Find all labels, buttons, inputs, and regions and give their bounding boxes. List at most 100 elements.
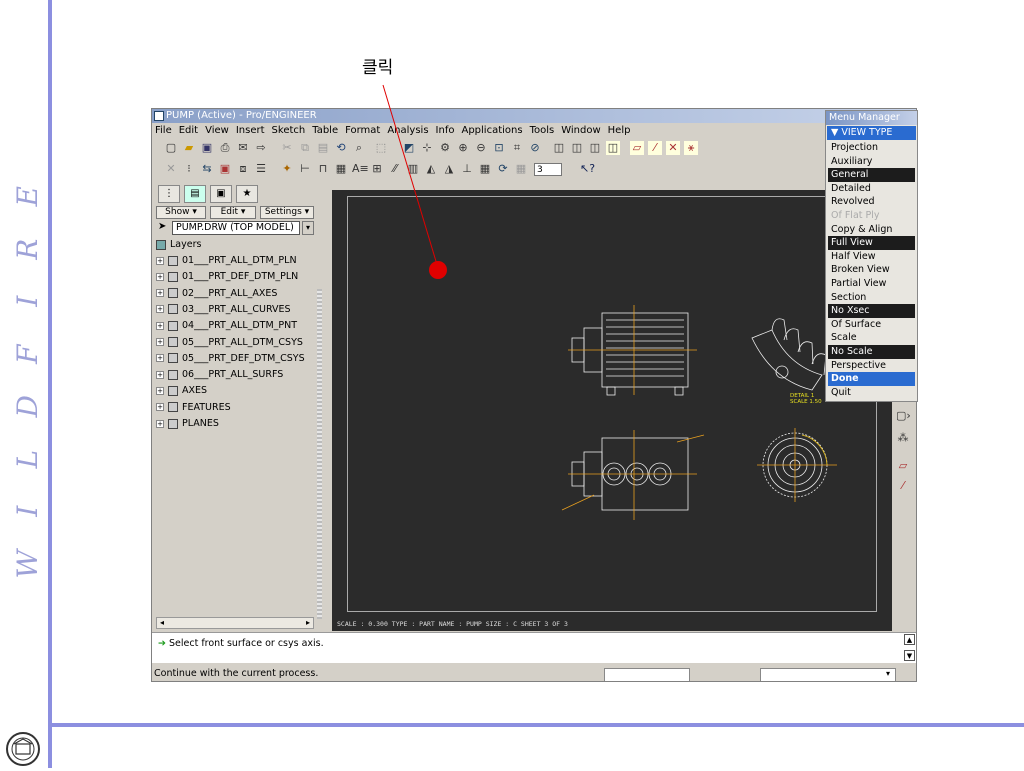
menu-item-copy-align[interactable]: Copy & Align xyxy=(828,223,915,237)
dimension-icon[interactable]: ⊢ xyxy=(298,162,312,176)
chevron-down-icon[interactable]: ▾ xyxy=(302,221,314,235)
toolbar-icon-p[interactable]: ▦ xyxy=(514,162,528,176)
menu-item-no-xsec[interactable]: No Xsec xyxy=(828,304,915,318)
message-scroll-up-icon[interactable]: ▲ xyxy=(904,634,915,645)
menu-tools[interactable]: Tools xyxy=(530,125,555,136)
table-icon[interactable]: ▥ xyxy=(406,162,420,176)
menu-info[interactable]: Info xyxy=(436,125,455,136)
show-menu-button[interactable]: Show ▾ xyxy=(156,206,206,219)
expand-icon[interactable]: + xyxy=(156,321,164,330)
reorient-icon[interactable]: ⌗ xyxy=(510,141,524,155)
toolbar-icon-n[interactable]: ▦ xyxy=(478,162,492,176)
shading-icon[interactable]: ◫ xyxy=(606,141,620,155)
expand-icon[interactable]: + xyxy=(156,386,164,395)
sheet-number-spinbox[interactable]: 3 xyxy=(534,163,562,176)
menu-item-of-surface[interactable]: Of Surface xyxy=(828,318,915,332)
expand-icon[interactable]: + xyxy=(156,272,164,281)
menu-item-half-view[interactable]: Half View xyxy=(828,250,915,264)
toolbar-icon-l[interactable]: ◮ xyxy=(442,162,456,176)
copy-icon[interactable]: ⧉ xyxy=(298,141,312,155)
toolbar-icon-a[interactable]: ⁝ xyxy=(182,162,196,176)
menu-item-broken-view[interactable]: Broken View xyxy=(828,263,915,277)
tree-root[interactable]: Layers xyxy=(156,237,201,253)
hidden-line-icon[interactable]: ◫ xyxy=(570,141,584,155)
toolbar-icon-e[interactable]: ☰ xyxy=(254,162,268,176)
toolbar-icon-i[interactable]: ⊞ xyxy=(370,162,384,176)
menu-edit[interactable]: Edit xyxy=(179,125,198,136)
paste-icon[interactable]: ▤ xyxy=(316,141,330,155)
menu-window[interactable]: Window xyxy=(561,125,600,136)
email-icon[interactable]: ✉ xyxy=(236,141,250,155)
tab-favorites[interactable]: ★ xyxy=(236,185,258,203)
tree-item[interactable]: +01___PRT_ALL_DTM_PLN xyxy=(156,253,297,269)
selection-filter-dropdown[interactable] xyxy=(760,668,896,681)
toolbar-icon-c[interactable]: ▣ xyxy=(218,162,232,176)
tab-layer-tree[interactable]: ▤ xyxy=(184,185,206,203)
menu-table[interactable]: Table xyxy=(312,125,338,136)
menu-item-auxiliary[interactable]: Auxiliary xyxy=(828,155,915,169)
menu-item-partial-view[interactable]: Partial View xyxy=(828,277,915,291)
menu-item-done[interactable]: Done xyxy=(828,372,915,386)
expand-icon[interactable]: + xyxy=(156,256,164,265)
menu-item-projection[interactable]: Projection xyxy=(828,141,915,155)
expand-icon[interactable]: + xyxy=(156,289,164,298)
menu-insert[interactable]: Insert xyxy=(236,125,265,136)
zoom-out-icon[interactable]: ⊖ xyxy=(474,141,488,155)
context-help-icon[interactable]: ↖? xyxy=(580,162,595,176)
tree-item[interactable]: +05___PRT_ALL_DTM_CSYS xyxy=(156,335,303,351)
model-dropdown[interactable]: PUMP.DRW (TOP MODEL) xyxy=(172,221,300,235)
toolbar-icon-g[interactable]: ⊓ xyxy=(316,162,330,176)
toolbar-icon-k[interactable]: ◭ xyxy=(424,162,438,176)
menu-item-revolved[interactable]: Revolved xyxy=(828,195,915,209)
tree-item[interactable]: + FEATURES xyxy=(156,400,231,416)
view-type-header[interactable]: ▼ VIEW TYPE xyxy=(827,126,916,140)
orient-icon[interactable]: ⚙ xyxy=(438,141,452,155)
repaint-icon[interactable]: ◩ xyxy=(402,141,416,155)
toolbar-icon-h[interactable]: ▦ xyxy=(334,162,348,176)
tab-folder[interactable]: ▣ xyxy=(210,185,232,203)
tree-item[interactable]: +05___PRT_DEF_DTM_CSYS xyxy=(156,351,305,367)
menu-sketch[interactable]: Sketch xyxy=(272,125,306,136)
open-folder-icon[interactable]: ▰ xyxy=(182,141,196,155)
wireframe-icon[interactable]: ◫ xyxy=(552,141,566,155)
right-tool-4-icon[interactable]: ⁄ xyxy=(896,479,910,493)
tree-item[interactable]: +02___PRT_ALL_AXES xyxy=(156,286,277,302)
datum-axes-icon[interactable]: ⁄ xyxy=(648,141,662,155)
saved-views-icon[interactable]: ⊘ xyxy=(528,141,542,155)
menu-item-full-view[interactable]: Full View xyxy=(828,236,915,250)
graphics-area[interactable]: DETAIL 1 SCALE 1.50 SCALE: 0.300 TYPE:… xyxy=(332,190,892,631)
menu-item-no-scale[interactable]: No Scale xyxy=(828,345,915,359)
datum-points-icon[interactable]: ✕ xyxy=(666,141,680,155)
toolbar-icon-b[interactable]: ⇆ xyxy=(200,162,214,176)
scroll-right-icon[interactable]: ▸ xyxy=(303,618,313,628)
note-icon[interactable]: A≡ xyxy=(352,162,369,176)
toolbar-icon-j[interactable]: ⁄⁄ xyxy=(388,162,402,176)
find-icon[interactable]: ⌕ xyxy=(352,141,366,155)
expand-icon[interactable]: + xyxy=(156,338,164,346)
menu-analysis[interactable]: Analysis xyxy=(387,125,428,136)
right-tool-2-icon[interactable]: ⁂ xyxy=(896,431,910,445)
tree-item[interactable]: +04___PRT_ALL_DTM_PNT xyxy=(156,318,297,334)
settings-menu-button[interactable]: Settings ▾ xyxy=(260,206,314,219)
expand-icon[interactable]: + xyxy=(156,305,164,314)
toolbar-icon-d[interactable]: ⧈ xyxy=(236,162,250,176)
menu-help[interactable]: Help xyxy=(608,125,631,136)
select-box-icon[interactable]: ⬚ xyxy=(374,141,388,155)
menu-item-scale[interactable]: Scale xyxy=(828,331,915,345)
menu-item-general[interactable]: General xyxy=(828,168,915,182)
tree-item[interactable]: + AXES xyxy=(156,383,207,399)
menu-item-section[interactable]: Section xyxy=(828,291,915,305)
new-file-icon[interactable]: ▢ xyxy=(164,141,178,155)
no-hidden-icon[interactable]: ◫ xyxy=(588,141,602,155)
delete-icon[interactable]: ✕ xyxy=(164,162,178,176)
regenerate-icon[interactable]: ⟲ xyxy=(334,141,348,155)
spin-center-icon[interactable]: ⊹ xyxy=(420,141,434,155)
send-icon[interactable]: ⇨ xyxy=(254,141,268,155)
menu-item-perspective[interactable]: Perspective xyxy=(828,359,915,373)
menu-item-quit[interactable]: Quit xyxy=(828,386,915,400)
tab-model-tree[interactable]: ⋮ xyxy=(158,185,180,203)
datum-planes-icon[interactable]: ▱ xyxy=(630,141,644,155)
right-tool-1-icon[interactable]: ▢› xyxy=(896,409,911,423)
toolbar-icon-o[interactable]: ⟳ xyxy=(496,162,510,176)
print-icon[interactable]: ⎙ xyxy=(218,141,232,155)
